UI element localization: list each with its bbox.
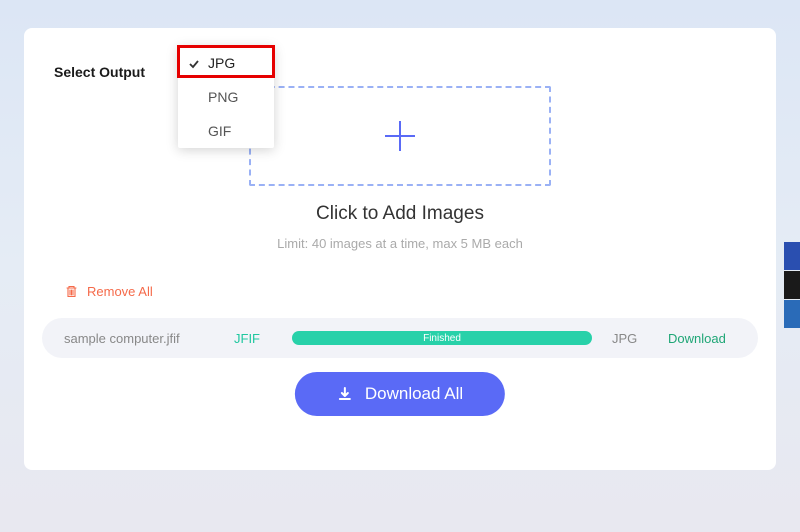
format-dropdown: JPG PNG GIF — [178, 46, 274, 148]
converter-panel: Select Output JPG PNG GIF Click to Add I… — [24, 28, 776, 470]
progress-status: Finished — [423, 333, 461, 344]
share-linkedin-button[interactable] — [784, 300, 800, 328]
download-all-label: Download All — [365, 384, 463, 404]
download-button[interactable]: Download — [668, 331, 736, 346]
format-label: GIF — [208, 123, 231, 139]
download-all-button[interactable]: Download All — [295, 372, 505, 416]
format-label: JPG — [208, 55, 235, 71]
remove-all-button[interactable]: Remove All — [64, 284, 153, 299]
format-option-gif[interactable]: GIF — [178, 114, 274, 148]
download-icon — [337, 386, 353, 402]
file-row: sample computer.jfif JFIF Finished JPG D… — [42, 318, 758, 358]
progress-bar: Finished — [292, 331, 592, 345]
remove-all-label: Remove All — [87, 284, 153, 299]
file-source-format: JFIF — [234, 331, 272, 346]
file-name: sample computer.jfif — [64, 331, 214, 346]
social-share-rail — [784, 242, 800, 329]
select-output-label: Select Output — [54, 64, 145, 80]
share-x-button[interactable] — [784, 271, 800, 299]
format-option-jpg[interactable]: JPG — [178, 46, 274, 80]
trash-icon — [64, 284, 79, 299]
plus-icon — [379, 115, 421, 157]
add-images-title: Click to Add Images — [24, 203, 776, 225]
file-target-format: JPG — [612, 331, 648, 346]
format-option-png[interactable]: PNG — [178, 80, 274, 114]
add-images-dropzone[interactable] — [249, 86, 551, 186]
check-icon — [188, 57, 200, 69]
format-label: PNG — [208, 89, 238, 105]
limit-label: Limit: 40 images at a time, max 5 MB eac… — [24, 236, 776, 251]
share-facebook-button[interactable] — [784, 242, 800, 270]
